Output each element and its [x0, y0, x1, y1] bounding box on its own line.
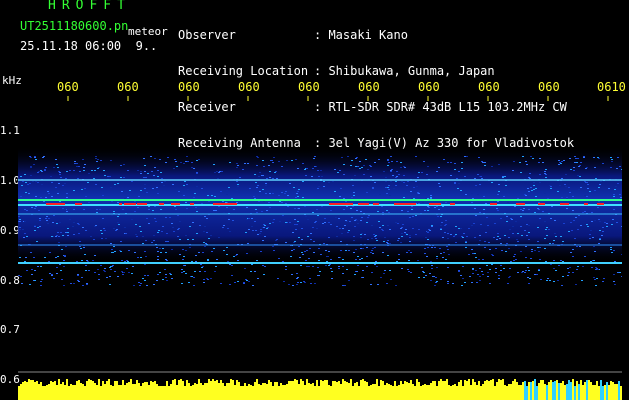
observer-value: : Masaki Kano [314, 28, 408, 42]
y-tick-0-9: 0.9 [0, 224, 20, 237]
spectrogram-noise [18, 146, 622, 296]
observer-label: Observer [178, 28, 236, 42]
time-tick-8: 060 [478, 80, 500, 94]
time-tick-9: 060 [538, 80, 560, 94]
date-time-value: 25.11.18 06:00 [20, 39, 122, 53]
y-tick-0-7: 0.7 [0, 323, 20, 336]
location-value: : Shibukawa, Gunma, Japan [314, 64, 495, 78]
y-tick-0-6: 0.6 [0, 373, 20, 386]
hrofft-logo: HROFFT [48, 0, 131, 13]
spectrogram-ticks [67, 96, 609, 101]
file-suffix: meteor [128, 25, 168, 38]
y-tick-1-0: 1.0 [0, 174, 20, 187]
date-time: 25.11.18 06:00 9.. [20, 40, 157, 52]
time-tick-7: 060 [418, 80, 440, 94]
y-tick-1-1: 1.1 [0, 124, 20, 137]
time-tick-1: 060 [57, 80, 79, 94]
time-tick-2: 060 [117, 80, 139, 94]
location-label: Receiving Location [178, 64, 309, 78]
date-extra: 9.. [135, 39, 158, 53]
y-tick-0-8: 0.8 [0, 274, 20, 287]
time-tick-6: 060 [358, 80, 380, 94]
amplitude-bars [18, 379, 622, 400]
time-tick-3: 060 [178, 80, 200, 94]
time-tick-10: 0610 [597, 80, 626, 94]
time-tick-4: 060 [238, 80, 260, 94]
time-tick-5: 060 [298, 80, 320, 94]
spectrogram [18, 96, 622, 400]
y-axis-unit: kHz [2, 74, 22, 87]
file-name: UT2511180600.pn [20, 19, 129, 33]
